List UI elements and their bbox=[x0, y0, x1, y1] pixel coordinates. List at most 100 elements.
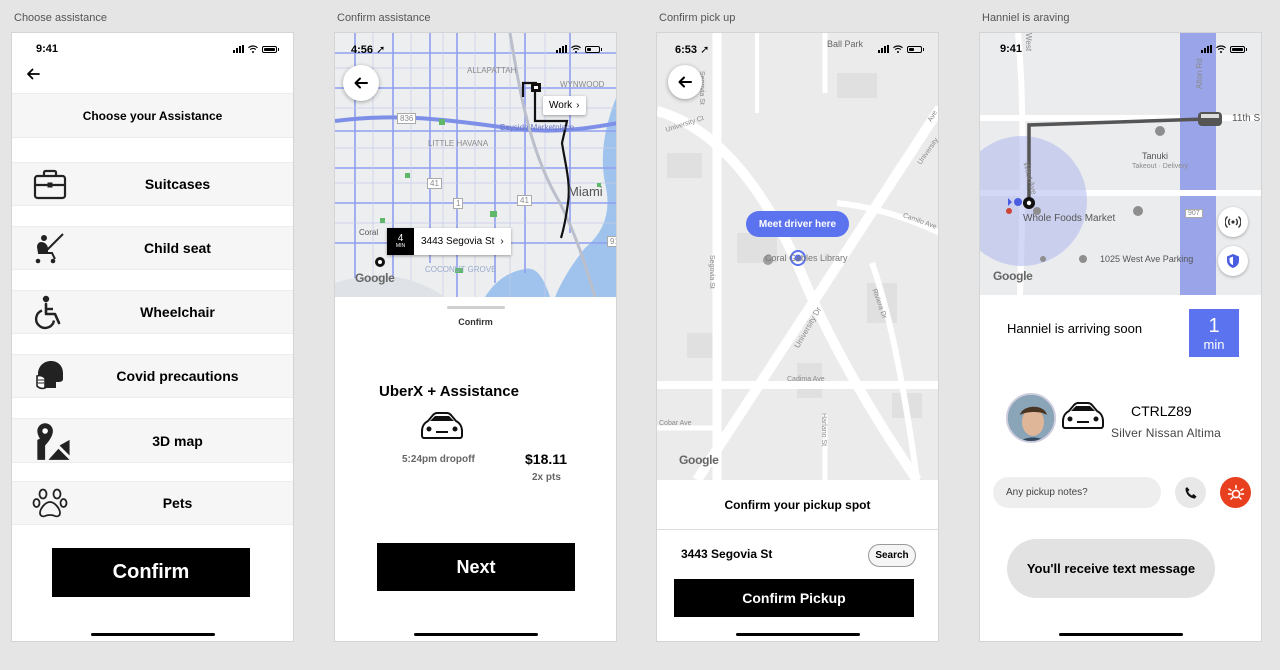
signal-icon bbox=[556, 45, 567, 53]
meet-driver-pill[interactable]: Meet driver here bbox=[746, 211, 849, 237]
option-child-seat[interactable]: Child seat bbox=[12, 226, 293, 270]
pickup-eta-unit: MIN bbox=[395, 243, 406, 249]
map-pin-icon bbox=[37, 422, 70, 460]
road-shield-907: 907 bbox=[1185, 209, 1203, 218]
map-label-tanuki: Tanuki bbox=[1142, 151, 1169, 161]
back-button[interactable] bbox=[668, 65, 702, 99]
option-wheelchair[interactable]: Wheelchair bbox=[12, 290, 293, 334]
road-shield-41: 41 bbox=[427, 178, 442, 189]
pickup-map[interactable]: Ball Park Segovia St University Ct Unive… bbox=[657, 33, 938, 480]
map-label-library: Coral Gables Library bbox=[765, 253, 848, 263]
wifi-icon bbox=[248, 45, 258, 53]
status-bar: 4:56 ➚ bbox=[335, 42, 616, 58]
confirm-pickup-button[interactable]: Confirm Pickup bbox=[674, 579, 914, 617]
road-shield-836: 836 bbox=[397, 113, 417, 124]
option-covid-precautions[interactable]: Covid precautions bbox=[12, 354, 293, 398]
street-label-alton: Alton Rd bbox=[1195, 58, 1204, 89]
screen-confirm-pickup: Ball Park Segovia St University Ct Unive… bbox=[656, 32, 939, 642]
back-button[interactable] bbox=[343, 65, 379, 101]
map-label-11th: 11th S bbox=[1232, 113, 1261, 124]
signal-icon bbox=[1201, 45, 1212, 53]
battery-icon bbox=[262, 45, 279, 53]
pickup-eta: 4 MIN bbox=[387, 228, 414, 255]
back-arrow-icon bbox=[678, 76, 692, 88]
pickup-address: 3443 Segovia St bbox=[681, 547, 773, 561]
avatar[interactable] bbox=[1006, 393, 1056, 443]
wheelchair-icon bbox=[34, 295, 61, 330]
paw-icon bbox=[32, 488, 68, 518]
confirm-button[interactable]: Confirm bbox=[52, 548, 250, 597]
pickup-address: 3443 Segovia St bbox=[421, 236, 495, 247]
sheet-grabber[interactable] bbox=[447, 306, 505, 309]
child-seat-icon bbox=[35, 233, 64, 264]
signal-icon bbox=[878, 45, 889, 53]
price: $18.11 bbox=[525, 451, 568, 467]
map-label-allapattah: ALLAPATTAH bbox=[467, 66, 517, 75]
map-label-wynwood: WYNWOOD bbox=[560, 80, 605, 89]
option-label: Child seat bbox=[144, 240, 211, 256]
license-plate: CTRLZ89 bbox=[1131, 403, 1192, 419]
pickup-notes-input[interactable]: Any pickup notes? bbox=[993, 477, 1161, 508]
map-label-miami: Miami bbox=[568, 184, 603, 199]
home-indicator bbox=[90, 633, 215, 636]
eta-unit: min bbox=[1203, 336, 1225, 352]
option-label: Pets bbox=[162, 495, 193, 511]
phone-icon bbox=[1185, 486, 1196, 498]
notification-toast: You'll receive text message bbox=[1007, 539, 1215, 598]
status-time: 9:41 bbox=[1000, 43, 1023, 55]
google-logo: Google bbox=[993, 269, 1033, 283]
option-label: 3D map bbox=[152, 432, 203, 449]
search-button[interactable]: Search bbox=[868, 544, 916, 567]
shield-icon bbox=[1227, 254, 1239, 268]
screen-driver-arriving: Whole Foods Market Tanuki Takeout · Deli… bbox=[979, 32, 1262, 642]
street-label-segovia-2: Segovia St bbox=[708, 255, 715, 289]
battery-icon bbox=[907, 45, 924, 53]
safety-toolkit-button[interactable] bbox=[1218, 207, 1248, 237]
wifi-icon bbox=[571, 45, 581, 53]
safety-shield-button[interactable] bbox=[1218, 246, 1248, 276]
artboard-label-confirm-pickup: Confirm pick up bbox=[659, 12, 736, 24]
pickup-callout[interactable]: 4 MIN 3443 Segovia St › bbox=[387, 228, 511, 255]
option-label: Suitcases bbox=[144, 176, 211, 192]
home-indicator bbox=[1058, 633, 1183, 636]
option-label: Wheelchair bbox=[140, 304, 215, 320]
artboard-label-confirm-assistance: Confirm assistance bbox=[337, 12, 431, 24]
pickup-prompt: Confirm your pickup spot bbox=[724, 498, 871, 512]
street-label-harlano: Harlano St bbox=[820, 413, 827, 447]
call-button[interactable] bbox=[1175, 477, 1206, 508]
back-arrow-icon[interactable] bbox=[24, 65, 42, 83]
map-label-tanuki-sub: Takeout · Delivery bbox=[1132, 163, 1189, 170]
reward-points: 2x pts bbox=[532, 472, 561, 483]
driver-map[interactable]: Whole Foods Market Tanuki Takeout · Deli… bbox=[980, 33, 1261, 295]
status-time: 9:41 bbox=[36, 43, 59, 55]
street-label-cobar: Cobar Ave bbox=[659, 420, 692, 427]
driver-photo bbox=[1008, 395, 1054, 441]
next-button[interactable]: Next bbox=[377, 543, 575, 591]
dropoff-time: 5:24pm dropoff bbox=[402, 454, 475, 465]
car-icon bbox=[421, 412, 463, 439]
status-bar: 6:53 ➚ bbox=[657, 42, 938, 58]
screen-confirm-assistance: ALLAPATTAH WYNWOOD LITTLE HAVANA Bayside… bbox=[334, 32, 617, 642]
option-3d-map[interactable]: 3D map bbox=[12, 418, 293, 463]
divider bbox=[657, 529, 938, 530]
broadcast-icon bbox=[1225, 215, 1241, 229]
status-time: 4:56 ➚ bbox=[351, 44, 386, 56]
map-label-coral: Coral bbox=[359, 228, 379, 237]
destination-callout[interactable]: Work › bbox=[543, 96, 586, 115]
status-time: 6:53 ➚ bbox=[675, 44, 710, 56]
chevron-right-icon: › bbox=[500, 236, 504, 247]
map-label-little-havana: LITTLE HAVANA bbox=[428, 139, 489, 148]
option-suitcases[interactable]: Suitcases bbox=[12, 162, 293, 206]
suitcase-icon bbox=[33, 169, 67, 200]
route-map[interactable]: ALLAPATTAH WYNWOOD LITTLE HAVANA Bayside… bbox=[335, 33, 616, 297]
option-pets[interactable]: Pets bbox=[12, 481, 293, 525]
emergency-button[interactable] bbox=[1220, 477, 1251, 508]
map-label-bayside: Bayside Marketplace bbox=[500, 123, 575, 132]
road-shield-913: 913 bbox=[607, 236, 616, 247]
artboard-label-choose-assistance: Choose assistance bbox=[14, 12, 107, 24]
mask-icon bbox=[36, 361, 63, 390]
product-name: UberX + Assistance bbox=[379, 383, 519, 400]
map-label-whole-foods: Whole Foods Market bbox=[1023, 213, 1116, 224]
screen-choose-assistance: 9:41 Choose your Assistance Suitcases Ch… bbox=[11, 32, 294, 642]
eta-badge: 1 min bbox=[1189, 309, 1239, 357]
